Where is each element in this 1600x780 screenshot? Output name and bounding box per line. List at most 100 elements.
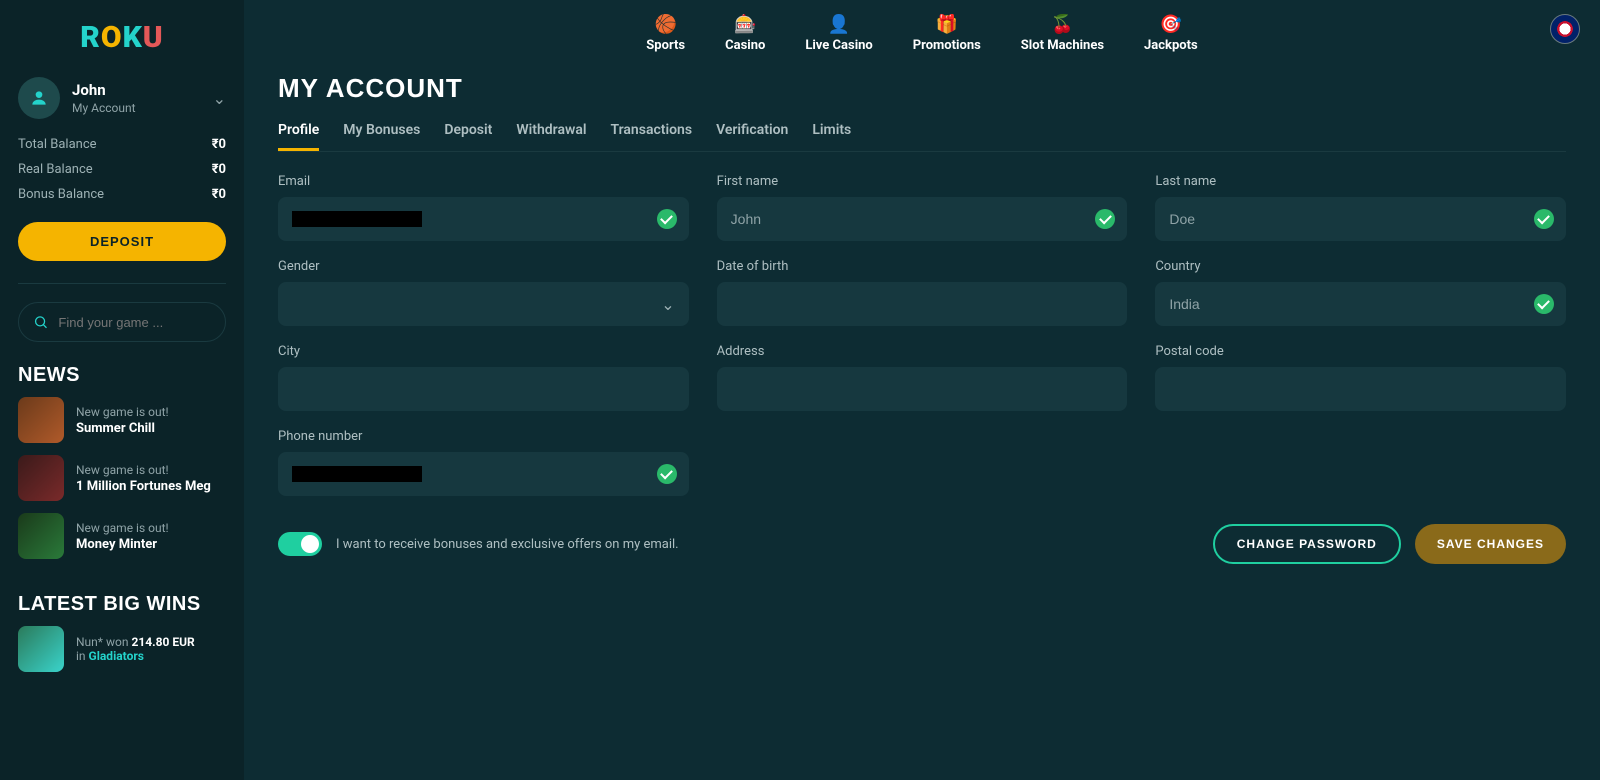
save-changes-button[interactable]: SAVE CHANGES bbox=[1415, 524, 1566, 564]
nav-jackpots[interactable]: 🎯 Jackpots bbox=[1144, 14, 1198, 53]
nav-label: Promotions bbox=[913, 38, 981, 53]
email-offers-toggle[interactable] bbox=[278, 532, 322, 556]
balance-bonus: Bonus Balance ₹0 bbox=[18, 187, 226, 202]
field-label: Gender bbox=[278, 259, 689, 274]
news-tag: New game is out! bbox=[76, 463, 211, 477]
cherry-icon: 🍒 bbox=[1021, 14, 1104, 36]
news-text: New game is out! Money Minter bbox=[76, 521, 169, 552]
news-item-title: 1 Million Fortunes Meg bbox=[76, 479, 211, 494]
balance-real: Real Balance ₹0 bbox=[18, 162, 226, 177]
news-tag: New game is out! bbox=[76, 405, 169, 419]
email-input[interactable] bbox=[278, 197, 689, 241]
news-item[interactable]: New game is out! Money Minter bbox=[18, 513, 226, 559]
tab-transactions[interactable]: Transactions bbox=[610, 122, 692, 151]
gift-icon: 🎁 bbox=[913, 14, 981, 36]
tab-verification[interactable]: Verification bbox=[716, 122, 788, 151]
phone-input[interactable] bbox=[278, 452, 689, 496]
field-email: Email bbox=[278, 174, 689, 241]
jackpot-icon: 🎯 bbox=[1144, 14, 1198, 36]
redacted-value bbox=[292, 466, 422, 482]
input-value[interactable] bbox=[731, 296, 1114, 312]
win-in: in bbox=[76, 649, 86, 663]
city-input[interactable] bbox=[278, 367, 689, 411]
field-dob: Date of birth bbox=[717, 259, 1128, 326]
news-text: New game is out! 1 Million Fortunes Meg bbox=[76, 463, 211, 494]
field-label: Date of birth bbox=[717, 259, 1128, 274]
first-name-input[interactable] bbox=[717, 197, 1128, 241]
user-icon bbox=[29, 88, 49, 108]
field-label: Email bbox=[278, 174, 689, 189]
tab-deposit[interactable]: Deposit bbox=[444, 122, 492, 151]
user-account-toggle[interactable]: John My Account ⌄ bbox=[18, 77, 226, 119]
win-game: Gladiators bbox=[89, 649, 144, 663]
toggle-label: I want to receive bonuses and exclusive … bbox=[336, 537, 679, 552]
search-input[interactable] bbox=[58, 315, 211, 330]
logo[interactable]: ROKU bbox=[18, 20, 226, 55]
win-thumb bbox=[18, 626, 64, 672]
news-text: New game is out! Summer Chill bbox=[76, 405, 169, 436]
nav-promotions[interactable]: 🎁 Promotions bbox=[913, 14, 981, 53]
nav-live-casino[interactable]: 👤Live Casino bbox=[805, 14, 872, 53]
deposit-button[interactable]: DEPOSIT bbox=[18, 222, 226, 261]
address-input[interactable] bbox=[717, 367, 1128, 411]
nav-sports[interactable]: 🏀Sports bbox=[646, 14, 685, 53]
win-user: Nun* bbox=[76, 635, 103, 649]
avatar bbox=[18, 77, 60, 119]
field-address: Address bbox=[717, 344, 1128, 411]
news-item-title: Money Minter bbox=[76, 537, 169, 552]
win-text: Nun* won 214.80 EUR in Gladiators bbox=[76, 635, 195, 663]
chevron-down-icon: ⌄ bbox=[213, 89, 226, 108]
check-icon bbox=[1534, 209, 1554, 229]
sports-icon: 🏀 bbox=[646, 14, 685, 36]
nav-label: Jackpots bbox=[1144, 38, 1198, 53]
divider bbox=[18, 283, 226, 284]
tab-limits[interactable]: Limits bbox=[812, 122, 851, 151]
tab-my-bonuses[interactable]: My Bonuses bbox=[343, 122, 420, 151]
change-password-button[interactable]: CHANGE PASSWORD bbox=[1213, 524, 1401, 564]
balance-label: Total Balance bbox=[18, 137, 97, 152]
last-name-input[interactable] bbox=[1155, 197, 1566, 241]
news-thumb bbox=[18, 397, 64, 443]
logo-letter: O bbox=[101, 20, 123, 55]
tab-profile[interactable]: Profile bbox=[278, 122, 319, 151]
field-label: Postal code bbox=[1155, 344, 1566, 359]
news-item[interactable]: New game is out! Summer Chill bbox=[18, 397, 226, 443]
field-label: Country bbox=[1155, 259, 1566, 274]
action-buttons: CHANGE PASSWORD SAVE CHANGES bbox=[1213, 524, 1566, 564]
news-thumb bbox=[18, 455, 64, 501]
input-value[interactable] bbox=[1169, 381, 1552, 397]
chevron-down-icon: ⌄ bbox=[661, 295, 674, 314]
language-flag-button[interactable] bbox=[1550, 14, 1580, 44]
input-value[interactable] bbox=[1169, 211, 1552, 227]
postal-input[interactable] bbox=[1155, 367, 1566, 411]
actions-row: I want to receive bonuses and exclusive … bbox=[278, 524, 1566, 564]
nav-casino[interactable]: 🎰Casino bbox=[725, 14, 765, 53]
news-item[interactable]: New game is out! 1 Million Fortunes Meg bbox=[18, 455, 226, 501]
input-value[interactable] bbox=[731, 381, 1114, 397]
news-thumb bbox=[18, 513, 64, 559]
field-postal: Postal code bbox=[1155, 344, 1566, 411]
nav-slot-machines[interactable]: 🍒Slot Machines bbox=[1021, 14, 1104, 53]
gender-select[interactable]: ⌄ bbox=[278, 282, 689, 326]
win-amount: 214.80 EUR bbox=[131, 635, 194, 649]
field-label: Last name bbox=[1155, 174, 1566, 189]
balance-value: ₹0 bbox=[212, 187, 226, 202]
dob-input[interactable] bbox=[717, 282, 1128, 326]
top-nav: 🏀Sports 🎰Casino 👤Live Casino 🎁 Promotions… bbox=[244, 0, 1600, 63]
live-casino-icon: 👤 bbox=[805, 14, 872, 36]
search-input-wrap[interactable] bbox=[18, 302, 226, 342]
balances: Total Balance ₹0 Real Balance ₹0 Bonus B… bbox=[18, 137, 226, 212]
input-value[interactable] bbox=[731, 211, 1114, 227]
wins-title: LATEST BIG WINS bbox=[18, 593, 226, 616]
tab-withdrawal[interactable]: Withdrawal bbox=[516, 122, 586, 151]
sidebar: ROKU John My Account ⌄ Total Balance ₹0 … bbox=[0, 0, 244, 780]
main: 🏀Sports 🎰Casino 👤Live Casino 🎁 Promotions… bbox=[244, 0, 1600, 780]
field-country: Country bbox=[1155, 259, 1566, 326]
input-value[interactable] bbox=[292, 381, 675, 397]
country-input[interactable] bbox=[1155, 282, 1566, 326]
balance-total: Total Balance ₹0 bbox=[18, 137, 226, 152]
input-value[interactable] bbox=[1169, 296, 1552, 312]
input-value[interactable] bbox=[292, 296, 675, 312]
balance-label: Real Balance bbox=[18, 162, 93, 177]
win-item[interactable]: Nun* won 214.80 EUR in Gladiators bbox=[18, 626, 226, 672]
